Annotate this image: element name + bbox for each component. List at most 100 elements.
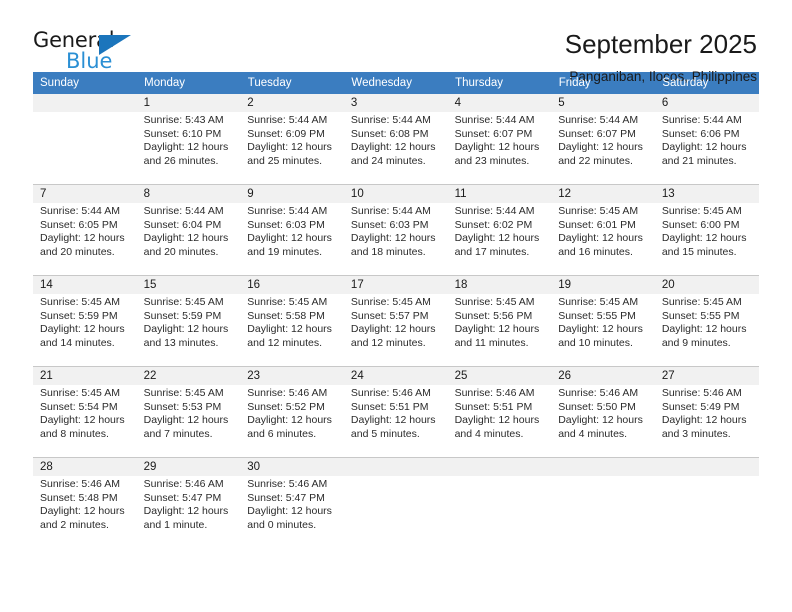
daylight-text-line2: and 25 minutes. <box>247 154 322 167</box>
daylight-text-line1: Daylight: 12 hours <box>247 141 332 154</box>
sunrise-sunset-calendar: Sunday Monday Tuesday Wednesday Thursday… <box>33 72 759 548</box>
sunrise-text: Sunrise: 5:46 AM <box>661 387 742 399</box>
day-number[interactable]: 13 <box>654 184 759 203</box>
daylight-text-line2: and 21 minutes. <box>661 154 737 167</box>
sunrise-text: Sunrise: 5:46 AM <box>350 387 431 399</box>
daylight-text-line2: and 10 minutes. <box>558 336 633 349</box>
daylight-text-line1: Daylight: 12 hours <box>40 323 125 336</box>
day-number[interactable]: 26 <box>551 366 655 385</box>
location-subtitle: Panganiban, Ilocos, Philippines <box>569 68 757 84</box>
sunrise-text: Sunrise: 5:44 AM <box>350 114 431 126</box>
daylight-text-line2: and 3 minutes. <box>661 427 731 440</box>
daylight-text-line1: Daylight: 12 hours <box>143 505 229 518</box>
daylight-text-line2: and 18 minutes. <box>350 245 426 258</box>
day-detail-empty <box>654 476 759 544</box>
day-detail: Sunrise: 5:45 AM Sunset: 5:57 PM Dayligh… <box>343 294 448 362</box>
day-detail: Sunrise: 5:45 AM Sunset: 5:59 PM Dayligh… <box>33 294 137 362</box>
day-number[interactable]: 19 <box>551 275 655 294</box>
day-detail: Sunrise: 5:46 AM Sunset: 5:47 PM Dayligh… <box>240 476 344 544</box>
day-number[interactable]: 4 <box>447 94 552 112</box>
day-number[interactable]: 28 <box>33 457 137 476</box>
day-number[interactable]: 8 <box>136 184 241 203</box>
day-cell-empty <box>654 457 759 476</box>
day-detail: Sunrise: 5:46 AM Sunset: 5:47 PM Dayligh… <box>136 476 241 544</box>
day-number[interactable]: 18 <box>447 275 552 294</box>
day-number[interactable]: 24 <box>343 366 448 385</box>
day-cell-empty <box>343 457 448 476</box>
day-number[interactable]: 23 <box>240 366 344 385</box>
day-number[interactable]: 16 <box>240 275 344 294</box>
day-detail: Sunrise: 5:44 AM Sunset: 6:05 PM Dayligh… <box>33 203 137 271</box>
sunrise-text: Sunrise: 5:45 AM <box>247 296 328 308</box>
sunrise-text: Sunrise: 5:44 AM <box>247 205 328 217</box>
daylight-text-line1: Daylight: 12 hours <box>558 232 643 245</box>
daylight-text-line2: and 13 minutes. <box>143 336 219 349</box>
daylight-text-line2: and 20 minutes. <box>143 245 219 258</box>
day-detail: Sunrise: 5:45 AM Sunset: 5:56 PM Dayligh… <box>447 294 552 362</box>
day-detail: Sunrise: 5:44 AM Sunset: 6:02 PM Dayligh… <box>447 203 552 271</box>
day-number[interactable]: 3 <box>343 94 448 112</box>
week-1-details: Sunrise: 5:43 AM Sunset: 6:10 PM Dayligh… <box>33 112 759 180</box>
general-blue-logo[interactable]: General Blue <box>33 28 163 74</box>
day-number[interactable]: 12 <box>551 184 655 203</box>
sunset-text: Sunset: 6:06 PM <box>661 127 740 140</box>
daylight-text-line2: and 2 minutes. <box>40 518 109 531</box>
day-number[interactable]: 11 <box>447 184 552 203</box>
sunrise-text: Sunrise: 5:44 AM <box>350 205 431 217</box>
weekday-header-thursday: Thursday <box>447 72 552 94</box>
day-detail: Sunrise: 5:45 AM Sunset: 5:55 PM Dayligh… <box>551 294 655 362</box>
day-number[interactable]: 25 <box>447 366 552 385</box>
day-detail: Sunrise: 5:45 AM Sunset: 6:01 PM Dayligh… <box>551 203 655 271</box>
day-detail: Sunrise: 5:46 AM Sunset: 5:51 PM Dayligh… <box>343 385 448 453</box>
daylight-text-line2: and 15 minutes. <box>661 245 737 258</box>
sunrise-text: Sunrise: 5:44 AM <box>247 114 328 126</box>
daylight-text-line2: and 24 minutes. <box>350 154 426 167</box>
day-number[interactable]: 27 <box>654 366 759 385</box>
sunrise-text: Sunrise: 5:44 AM <box>454 114 535 126</box>
daylight-text-line2: and 22 minutes. <box>558 154 633 167</box>
day-number[interactable]: 20 <box>654 275 759 294</box>
daylight-text-line2: and 26 minutes. <box>143 154 219 167</box>
day-number[interactable]: 10 <box>343 184 448 203</box>
daylight-text-line2: and 4 minutes. <box>454 427 524 440</box>
sunset-text: Sunset: 5:57 PM <box>350 309 429 322</box>
day-detail: Sunrise: 5:44 AM Sunset: 6:07 PM Dayligh… <box>551 112 655 180</box>
day-number[interactable]: 30 <box>240 457 344 476</box>
day-detail: Sunrise: 5:45 AM Sunset: 5:55 PM Dayligh… <box>654 294 759 362</box>
daylight-text-line1: Daylight: 12 hours <box>558 414 643 427</box>
sunset-text: Sunset: 6:09 PM <box>247 127 325 140</box>
day-number[interactable]: 5 <box>551 94 655 112</box>
day-number[interactable]: 2 <box>240 94 344 112</box>
day-detail: Sunrise: 5:46 AM Sunset: 5:48 PM Dayligh… <box>33 476 137 544</box>
daylight-text-line1: Daylight: 12 hours <box>350 323 436 336</box>
daylight-text-line2: and 12 minutes. <box>247 336 322 349</box>
day-number[interactable]: 1 <box>136 94 241 112</box>
day-number[interactable]: 14 <box>33 275 137 294</box>
calendar-body: 1 2 3 4 5 6 Sunrise: 5:43 AM Sunset: 6:1… <box>33 94 759 548</box>
day-detail: Sunrise: 5:46 AM Sunset: 5:51 PM Dayligh… <box>447 385 552 453</box>
day-number[interactable]: 22 <box>136 366 241 385</box>
sunset-text: Sunset: 5:51 PM <box>454 400 533 413</box>
day-number[interactable]: 21 <box>33 366 137 385</box>
day-detail: Sunrise: 5:44 AM Sunset: 6:08 PM Dayligh… <box>343 112 448 180</box>
logo-text-blue: Blue <box>66 49 113 73</box>
day-number[interactable]: 17 <box>343 275 448 294</box>
day-number[interactable]: 29 <box>136 457 241 476</box>
day-number[interactable]: 15 <box>136 275 241 294</box>
day-detail: Sunrise: 5:45 AM Sunset: 5:54 PM Dayligh… <box>33 385 137 453</box>
day-number[interactable]: 6 <box>654 94 759 112</box>
day-number[interactable]: 9 <box>240 184 344 203</box>
day-number[interactable]: 7 <box>33 184 137 203</box>
daylight-text-line2: and 6 minutes. <box>247 427 317 440</box>
sunset-text: Sunset: 6:05 PM <box>40 218 118 231</box>
daylight-text-line2: and 20 minutes. <box>40 245 115 258</box>
week-separator-last <box>33 544 759 548</box>
week-3-daynumbers: 14 15 16 17 18 19 20 <box>33 275 759 294</box>
daylight-text-line1: Daylight: 12 hours <box>454 414 540 427</box>
daylight-text-line1: Daylight: 12 hours <box>350 232 436 245</box>
sunset-text: Sunset: 6:03 PM <box>350 218 429 231</box>
daylight-text-line1: Daylight: 12 hours <box>454 323 540 336</box>
sunrise-text: Sunrise: 5:46 AM <box>558 387 639 399</box>
day-cell-empty <box>33 94 137 112</box>
daylight-text-line1: Daylight: 12 hours <box>247 232 332 245</box>
